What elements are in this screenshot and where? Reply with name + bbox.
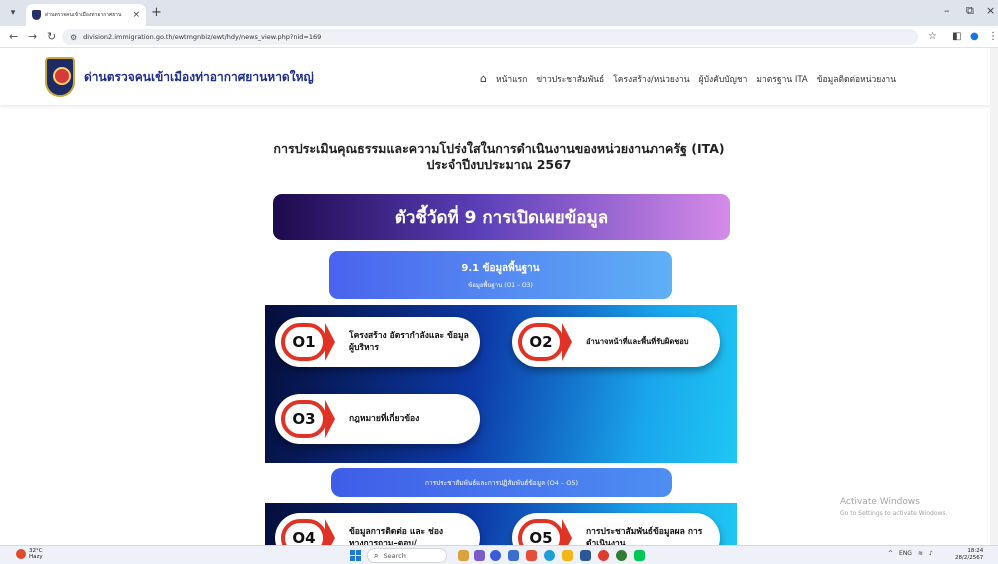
activate-windows-title: Activate Windows <box>840 497 920 507</box>
item-label: กฎหมายที่เกี่ยวข้อง <box>349 414 420 424</box>
item-number: O5 <box>518 519 564 545</box>
item-label: อำนาจหน้าที่และพื้นที่รับผิดชอบ <box>586 337 689 346</box>
indicator-banner-text: ตัวชี้วัดที่ 9 การเปิดเผยข้อมูล <box>394 207 609 228</box>
edge-icon[interactable] <box>544 550 555 561</box>
item-o1-button[interactable]: O1 โครงสร้าง อัตรากำลังและ ข้อมูลผู้บริห… <box>275 317 480 367</box>
line-app-icon[interactable] <box>634 550 645 561</box>
landscape-app-icon[interactable] <box>458 550 469 561</box>
site-info-icon[interactable]: ⚙ <box>70 33 77 42</box>
weather-icon <box>16 549 26 559</box>
tray-expand-icon[interactable]: ^ <box>888 550 893 557</box>
bookmark-star-icon[interactable]: ☆ <box>928 30 937 44</box>
home-icon[interactable]: ⌂ <box>480 73 487 84</box>
page-title-line2: ประจำปีงบประมาณ 2567 <box>426 157 572 172</box>
item-number: O2 <box>518 323 564 361</box>
site-name[interactable]: ด่านตรวจคนเข้าเมืองท่าอากาศยานหาดใหญ่ <box>84 68 314 87</box>
chrome-icon[interactable] <box>598 550 609 561</box>
forward-arrow-icon[interactable]: → <box>28 30 37 44</box>
tab-title: ด่านตรวจคนเข้าเมืองท่าอากาศยาน <box>45 12 122 18</box>
menu-item-news[interactable]: ข่าวประชาสัมพันธ์ <box>536 72 604 86</box>
item-o2-button[interactable]: O2 อำนาจหน้าที่และพื้นที่รับผิดชอบ <box>512 317 720 367</box>
browser-tab[interactable]: ด่านตรวจคนเข้าเมืองท่าอากาศยาน × <box>26 4 146 26</box>
weather-widget[interactable]: 32°C Hazy <box>16 548 43 560</box>
taskbar-search-label: Search <box>383 551 406 560</box>
more-menu-icon[interactable]: ⋮ <box>988 30 998 44</box>
section-caption: ข้อมูลพื้นฐาน (O1 – O3) <box>468 282 533 289</box>
restore-icon[interactable]: ⧉ <box>966 4 974 18</box>
system-tray: ^ ENG ≋ ♪ <box>888 550 933 557</box>
activate-windows-subtitle: Go to Settings to activate Windows. <box>840 510 948 517</box>
close-window-icon[interactable]: × <box>986 4 995 17</box>
menu-item-ita[interactable]: มาตรฐาน ITA <box>756 72 807 86</box>
main-menu: ⌂ หน้าแรก ข่าวประชาสัมพันธ์ โครงสร้าง/หน… <box>480 72 896 86</box>
site-favicon-icon <box>32 10 41 20</box>
url-text: division2.immigration.go.th/ewtmgnbiz/ew… <box>83 33 322 41</box>
clock-time: 18:24 <box>967 548 984 554</box>
language-indicator[interactable]: ENG <box>899 550 912 557</box>
item-o4-button[interactable]: O4 ข้อมูลการติดต่อ และ ช่องทางการถาม–ตอบ… <box>275 513 480 545</box>
word-icon[interactable] <box>580 550 591 561</box>
chrome-alt-icon[interactable] <box>616 550 627 561</box>
items-panel-2: O4 ข้อมูลการติดต่อ และ ช่องทางการถาม–ตอบ… <box>265 503 737 545</box>
item-number: O4 <box>281 519 327 545</box>
immigration-logo[interactable] <box>45 57 75 97</box>
section-divider-text: การประชาสัมพันธ์และการปฏิสัมพันธ์ข้อมูล … <box>424 478 578 487</box>
menu-item-home[interactable]: หน้าแรก <box>496 72 527 86</box>
menu-item-structure[interactable]: โครงสร้าง/หน่วยงาน <box>613 72 689 86</box>
indicator-banner: ตัวชี้วัดที่ 9 การเปิดเผยข้อมูล <box>273 194 730 240</box>
item-o3-button[interactable]: O3 กฎหมายที่เกี่ยวข้อง <box>275 394 480 444</box>
site-header: ด่านตรวจคนเข้าเมืองท่าอากาศยานหาดใหญ่ ⌂ … <box>0 48 998 105</box>
start-windows-icon[interactable] <box>350 550 361 561</box>
wifi-icon[interactable]: ≋ <box>918 550 923 557</box>
media-app-icon[interactable] <box>526 550 537 561</box>
section-title: 9.1 ข้อมูลพื้นฐาน <box>461 263 540 274</box>
tab-search-chevron-icon[interactable]: ▾ <box>6 6 20 20</box>
back-arrow-icon[interactable]: ← <box>9 30 18 44</box>
reload-icon[interactable]: ↻ <box>47 30 56 44</box>
section-divider: การประชาสัมพันธ์และการปฏิสัมพันธ์ข้อมูล … <box>331 468 672 497</box>
folder-icon[interactable] <box>562 550 573 561</box>
search-icon: ⌕ <box>374 550 379 560</box>
minimize-icon[interactable]: – <box>944 4 950 17</box>
item-o5-button[interactable]: O5 การประชาสัมพันธ์ข้อมูลผล การดำเนินงาน <box>512 513 720 545</box>
file-explorer-icon[interactable] <box>508 550 519 561</box>
browser-tab-strip: ▾ ด่านตรวจคนเข้าเมืองท่าอากาศยาน × + – ⧉… <box>0 0 998 26</box>
menu-item-contact[interactable]: ข้อมูลติดต่อหน่วยงาน <box>817 72 896 86</box>
profile-icon[interactable]: ● <box>970 30 979 44</box>
item-number: O1 <box>281 323 327 361</box>
taskbar-search[interactable]: ⌕ Search <box>367 548 447 563</box>
chat-icon[interactable] <box>490 550 501 561</box>
tab-close-icon[interactable]: × <box>132 10 140 20</box>
item-number: O3 <box>281 400 327 438</box>
copilot-icon[interactable] <box>474 550 485 561</box>
volume-icon[interactable]: ♪ <box>929 550 933 557</box>
item-label: การประชาสัมพันธ์ข้อมูลผล การดำเนินงาน <box>586 527 703 545</box>
windows-taskbar: 32°C Hazy ⌕ Search ^ ENG ≋ ♪ 18:24 28/2/… <box>0 545 998 564</box>
item-label: โครงสร้าง อัตรากำลังและ ข้อมูลผู้บริหาร <box>349 331 469 353</box>
address-bar-row: ← → ↻ ⚙ division2.immigration.go.th/ewtm… <box>0 26 998 48</box>
section-banner: 9.1 ข้อมูลพื้นฐาน ข้อมูลพื้นฐาน (O1 – O3… <box>329 251 672 299</box>
items-panel: O1 โครงสร้าง อัตรากำลังและ ข้อมูลผู้บริห… <box>265 305 737 463</box>
page-scrollbar[interactable] <box>990 48 998 545</box>
new-tab-button[interactable]: + <box>151 6 162 20</box>
url-field[interactable]: ⚙ division2.immigration.go.th/ewtmgnbiz/… <box>62 29 918 45</box>
menu-item-commanders[interactable]: ผู้บังคับบัญชา <box>699 72 748 86</box>
clock-date: 28/2/2567 <box>955 555 984 561</box>
sidepanel-icon[interactable]: ◧ <box>952 30 961 44</box>
item-label: ข้อมูลการติดต่อ และ ช่องทางการถาม–ตอบ/ <box>349 527 444 545</box>
weather-desc: Hazy <box>29 554 43 560</box>
clock[interactable]: 18:24 28/2/2567 <box>955 548 983 562</box>
